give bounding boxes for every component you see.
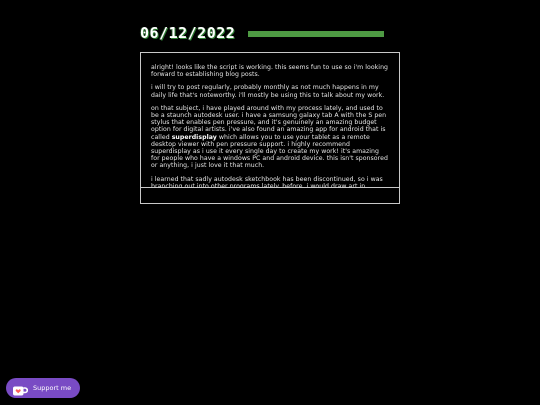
support-me-button[interactable]: Support me: [6, 378, 80, 398]
ko-fi-cup-icon: [12, 382, 29, 396]
blog-post: alright! looks like the script is workin…: [140, 52, 400, 204]
post-paragraph: alright! looks like the script is workin…: [151, 64, 389, 79]
post-paragraph: i learned that sadly autodesk sketchbook…: [151, 175, 383, 187]
post-footer-divider: [141, 187, 399, 188]
post-header: 06/12/2022: [140, 25, 384, 41]
post-paragraph: on that subject, i have played around wi…: [151, 105, 389, 170]
post-paragraph: i will try to post regularly, probably m…: [151, 84, 385, 99]
post-body[interactable]: alright! looks like the script is workin…: [141, 53, 399, 187]
support-me-label: Support me: [33, 384, 72, 392]
superdisplay-mention: superdisplay: [171, 133, 217, 141]
date-accent-bar: [248, 31, 384, 37]
post-date: 06/12/2022: [140, 24, 236, 42]
